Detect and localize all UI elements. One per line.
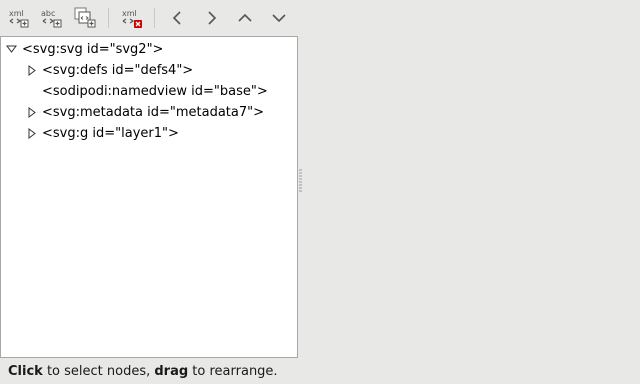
status-middle-text: to select nodes,	[42, 364, 155, 379]
unindent-node-button[interactable]	[165, 5, 191, 31]
status-end-text: to rearrange.	[188, 364, 278, 379]
xml-editor-toolbar: xml abc xml	[0, 0, 298, 36]
tree-node-layer1[interactable]: <svg:g id="layer1">	[1, 123, 297, 144]
xml-node-delete-icon: xml	[122, 9, 142, 28]
chevron-down-icon	[272, 14, 286, 23]
indent-node-button[interactable]	[198, 5, 224, 31]
status-hint: Click to select nodes, drag to rearrange…	[8, 363, 278, 381]
new-text-node-button[interactable]: abc	[38, 5, 64, 31]
tree-node-svg-root[interactable]: <svg:svg id="svg2">	[1, 39, 297, 60]
tree-node-metadata[interactable]: <svg:metadata id="metadata7">	[1, 102, 297, 123]
status-drag-word: drag	[154, 364, 189, 379]
expander-collapsed-icon[interactable]	[26, 123, 38, 144]
svg-text:abc: abc	[41, 9, 55, 18]
tree-node-label: <svg:metadata id="metadata7">	[42, 105, 265, 120]
expander-expanded-icon[interactable]	[5, 39, 17, 60]
delete-node-button[interactable]: xml	[118, 5, 144, 31]
status-click-word: Click	[8, 364, 43, 379]
grip-icon	[299, 169, 302, 192]
tree-node-namedview[interactable]: <sodipodi:namedview id="base">	[1, 81, 297, 102]
xml-node-tree[interactable]: <svg:svg id="svg2"> <svg:defs id="defs4"…	[0, 36, 298, 358]
tree-node-label: <svg:defs id="defs4">	[42, 63, 194, 78]
svg-text:xml: xml	[9, 9, 24, 18]
chevron-up-icon	[238, 13, 252, 22]
tree-node-label: <sodipodi:namedview id="base">	[42, 84, 268, 99]
new-element-node-button[interactable]: xml	[5, 5, 31, 31]
pane-splitter-handle[interactable]	[298, 168, 304, 194]
duplicate-node-button[interactable]	[72, 5, 98, 31]
toolbar-separator	[154, 8, 155, 28]
tree-node-defs[interactable]: <svg:defs id="defs4">	[1, 60, 297, 81]
tree-node-label: <svg:svg id="svg2">	[22, 42, 164, 57]
svg-text:xml: xml	[122, 9, 137, 18]
text-node-new-icon: abc	[41, 9, 62, 28]
chevron-left-icon	[172, 11, 181, 25]
duplicate-node-icon	[74, 7, 96, 28]
expander-collapsed-icon[interactable]	[26, 102, 38, 123]
chevron-right-icon	[208, 11, 217, 25]
tree-node-label: <svg:g id="layer1">	[42, 126, 179, 141]
lower-node-button[interactable]	[266, 5, 292, 31]
raise-node-button[interactable]	[232, 5, 258, 31]
expander-collapsed-icon[interactable]	[26, 60, 38, 81]
xml-node-new-icon: xml	[9, 9, 29, 28]
toolbar-separator	[108, 8, 109, 28]
